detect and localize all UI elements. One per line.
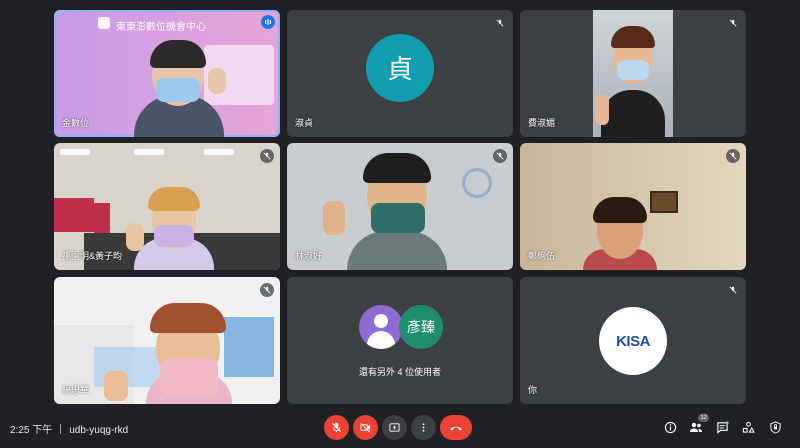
- mic-off-icon: [726, 149, 740, 163]
- participant-tile[interactable]: 費淑媚: [520, 10, 746, 137]
- participant-tile[interactable]: 貞 淑貞: [287, 10, 513, 137]
- mic-off-icon: [260, 283, 274, 297]
- participant-name: 林淑好: [295, 251, 323, 261]
- logo-text: KISA: [616, 332, 650, 350]
- mic-off-icon: [493, 16, 507, 30]
- participant-tile[interactable]: 東東澎數位機會中心 金數位: [54, 10, 280, 137]
- leave-call-button[interactable]: [440, 415, 472, 440]
- hang-up-icon: [450, 426, 462, 430]
- banner-text: 東東澎數位機會中心: [116, 22, 206, 33]
- mic-toggle-button[interactable]: [324, 415, 349, 440]
- avatar: 彥臻: [399, 305, 443, 349]
- banner-logo-icon: [98, 17, 110, 29]
- chat-icon: [716, 420, 729, 434]
- participant-video: [593, 10, 673, 137]
- host-controls-button[interactable]: [767, 419, 783, 435]
- mic-off-icon: [260, 149, 274, 163]
- more-options-icon: [422, 423, 425, 432]
- participant-name: 淑貞: [295, 118, 314, 128]
- current-time: 2:25 下午: [10, 425, 53, 436]
- meeting-info-button[interactable]: [662, 419, 678, 435]
- mic-off-icon: [331, 422, 342, 433]
- speaking-indicator: [261, 15, 275, 29]
- present-screen-button[interactable]: [382, 415, 407, 440]
- participant-name: 金數位: [62, 118, 90, 128]
- present-screen-icon: [389, 423, 400, 432]
- participant-name: 費淑媚: [528, 118, 556, 128]
- avatar: 貞: [366, 33, 434, 102]
- participant-video: [104, 301, 244, 404]
- camera-toggle-button[interactable]: [353, 415, 378, 440]
- participant-video: [124, 183, 224, 270]
- host-controls-icon: [769, 420, 781, 434]
- avatar: [359, 305, 403, 349]
- participant-tile[interactable]: 林淑好: [287, 143, 513, 270]
- participant-name: 孫園明&黃子昀: [62, 251, 123, 261]
- participant-tile[interactable]: 孫園明&黃子昀: [54, 143, 280, 270]
- activities-icon: [742, 421, 755, 433]
- participant-video: [124, 40, 234, 137]
- others-tile[interactable]: 彥臻 還有另外 4 位使用者: [287, 277, 513, 404]
- participant-video: [323, 151, 467, 270]
- participant-name: 鄭絢伍: [528, 251, 556, 261]
- chat-button[interactable]: [714, 419, 730, 435]
- more-options-button[interactable]: [411, 415, 436, 440]
- info-icon: [664, 421, 676, 433]
- audio-level-icon: [265, 19, 271, 25]
- participant-name: 楊思華: [62, 385, 90, 395]
- meeting-code: udb-yuqg-rkd: [69, 425, 129, 436]
- participant-tile[interactable]: 鄭絢伍: [520, 143, 746, 270]
- mic-off-icon: [726, 16, 740, 30]
- kisa-logo: KISA: [599, 307, 667, 375]
- camera-off-icon: [360, 422, 371, 433]
- activities-button[interactable]: [740, 419, 756, 435]
- participant-count-badge: 12: [698, 414, 709, 422]
- participant-tile[interactable]: 楊思華: [54, 277, 280, 404]
- others-count-text: 還有另外 4 位使用者: [358, 367, 441, 377]
- participant-video: [575, 193, 665, 270]
- participant-name: 你: [528, 385, 538, 395]
- mic-off-icon: [726, 283, 740, 297]
- mic-off-icon: [493, 149, 507, 163]
- people-icon: [690, 422, 702, 432]
- people-button[interactable]: 12: [688, 414, 709, 435]
- self-tile[interactable]: KISA 你: [520, 277, 746, 404]
- meeting-details: 2:25 下午 udb-yuqg-rkd: [10, 421, 128, 436]
- bottom-bar: 2:25 下午 udb-yuqg-rkd 12: [0, 409, 800, 448]
- divider: [60, 424, 62, 434]
